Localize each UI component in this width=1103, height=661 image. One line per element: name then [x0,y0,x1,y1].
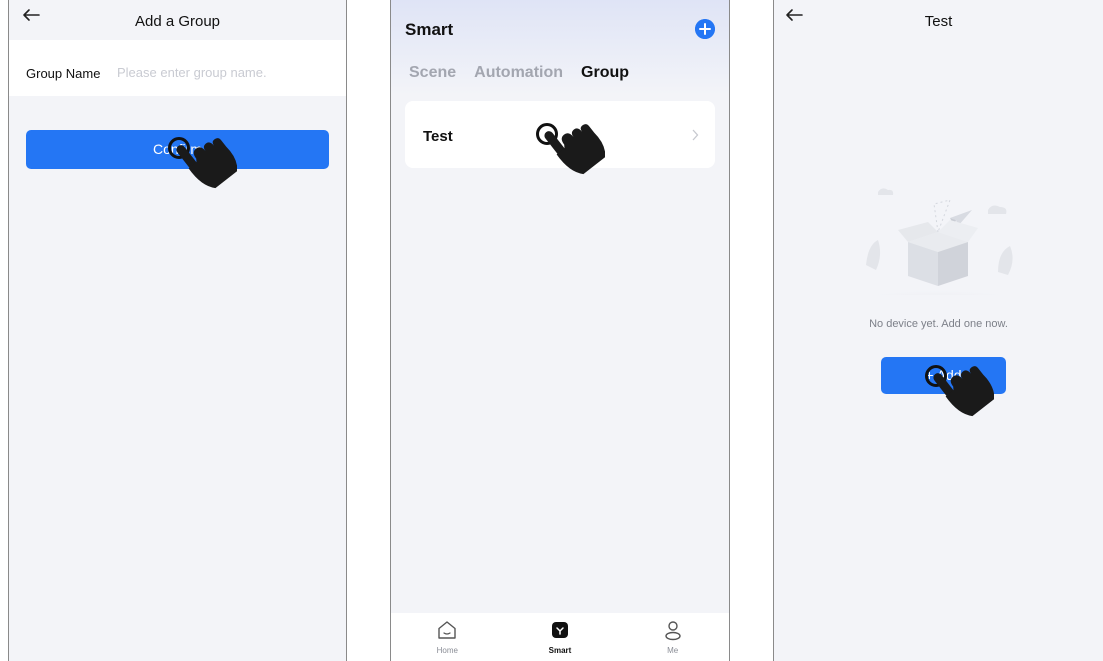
chevron-right-icon [692,129,699,141]
tabbar-home[interactable]: Home [391,613,504,661]
screen-add-group: Add a Group Group Name Confirm [8,0,347,661]
screen-smart: Smart Scene Automation Group Test Home S… [390,0,730,661]
person-icon [664,621,681,641]
tabbar-smart[interactable]: Smart [504,613,617,661]
confirm-button[interactable]: Confirm [26,130,329,169]
tabbar-me-label: Me [667,646,679,655]
tabbar-home-label: Home [436,646,458,655]
empty-box-icon [838,188,1038,295]
group-name-label: Group Name [26,66,101,81]
group-name: Test [423,128,453,145]
bottom-tab-bar: Home Smart Me [391,613,729,661]
empty-state-message: No device yet. Add one now. [869,318,1008,330]
screen-group-detail: Test No device yet. Add one now. + Add [773,0,1103,661]
tab-automation[interactable]: Automation [474,64,563,82]
page-title: Test [924,13,953,30]
tabbar-me[interactable]: Me [616,613,729,661]
top-bar: Test [774,0,1103,40]
group-name-input[interactable] [117,60,337,84]
group-name-row: Group Name [9,40,346,96]
add-device-button[interactable]: + Add [881,357,1006,394]
group-list-item[interactable]: Test [405,101,715,168]
tabbar-smart-label: Smart [548,646,572,655]
page-title: Add a Group [134,13,221,30]
home-icon [438,621,457,639]
tab-group[interactable]: Group [581,64,629,82]
page-title: Smart [405,20,454,39]
smart-icon [552,622,568,638]
top-bar: Add a Group [9,0,346,40]
tab-scene[interactable]: Scene [409,64,456,82]
smart-tabs: Scene Automation Group [409,64,629,82]
plus-circle-icon[interactable] [695,19,715,39]
